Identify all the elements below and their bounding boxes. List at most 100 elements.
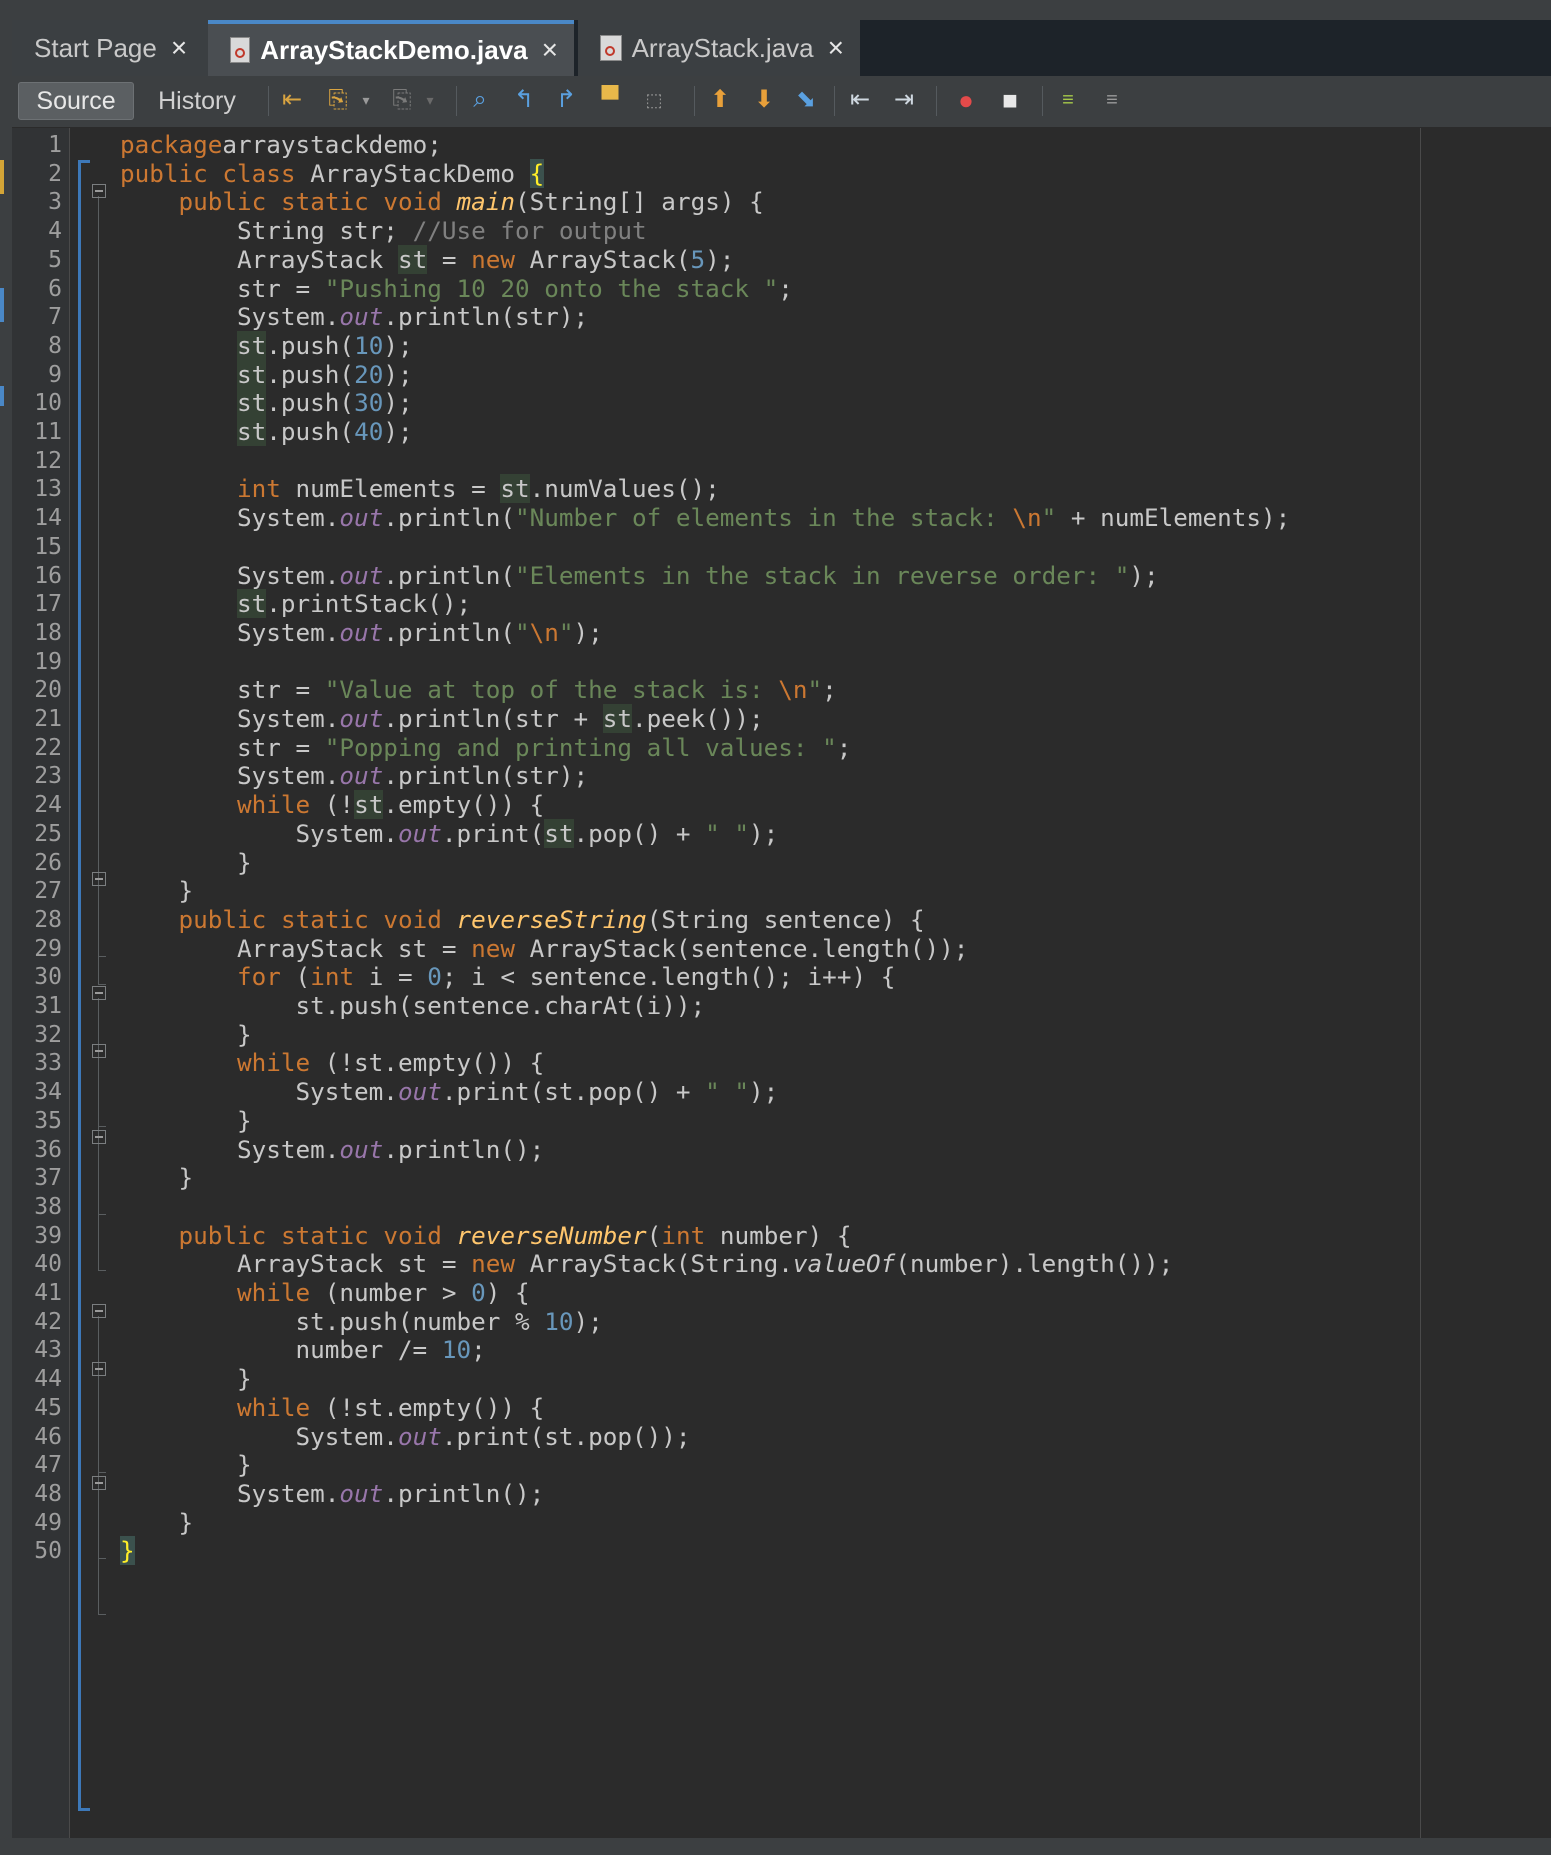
- code-token: 5: [690, 244, 706, 274]
- fold-toggle[interactable]: [92, 1476, 106, 1490]
- code-token: out: [339, 302, 384, 332]
- toggle-highlight-icon[interactable]: ⬚: [640, 86, 668, 114]
- code-token: static: [280, 904, 369, 934]
- code-token: ArrayStack st =: [120, 1249, 472, 1279]
- editor-toolbar: Source History ⇤ ⎘ ▾ ⎘ ▾ ⌕ ↰ ↱ ▀ ⬚ ⬆ ⬇ ⬊…: [12, 76, 1551, 128]
- tab-arraystack-java[interactable]: ArrayStack.java ×: [578, 20, 860, 76]
- tab-arraystackdemo-java[interactable]: ArrayStackDemo.java ×: [208, 20, 574, 76]
- start-macro-icon[interactable]: ●: [952, 86, 980, 114]
- code-token: while: [237, 1048, 311, 1078]
- close-icon[interactable]: ×: [828, 32, 844, 64]
- history-button[interactable]: History: [142, 82, 252, 120]
- code-token: .println(: [383, 503, 515, 533]
- code-token: .empty()) {: [383, 790, 545, 820]
- toggle-bookmark-icon[interactable]: ⬊: [792, 86, 820, 114]
- next-bookmark-icon[interactable]: ⬇: [750, 86, 778, 114]
- last-edit-icon[interactable]: ⇤: [278, 86, 306, 114]
- code-token: public: [178, 1220, 267, 1250]
- code-token: (: [280, 962, 311, 992]
- code-token: .numValues();: [529, 474, 720, 504]
- close-icon[interactable]: ×: [171, 32, 187, 64]
- shift-left-icon[interactable]: ⇤: [846, 86, 874, 114]
- source-button[interactable]: Source: [18, 82, 134, 120]
- code-token: out: [339, 761, 384, 791]
- find-selection-icon[interactable]: ▀: [596, 86, 624, 114]
- code-line[interactable]: st.push(40);: [120, 415, 413, 449]
- toolbar-separator: [1042, 86, 1043, 116]
- stop-macro-icon[interactable]: ■: [996, 86, 1024, 114]
- tab-start-page[interactable]: Start Page ×: [12, 20, 208, 76]
- code-token: ;: [822, 675, 837, 705]
- chevron-down-icon[interactable]: ▾: [352, 86, 380, 114]
- fold-toggle[interactable]: [92, 1044, 106, 1058]
- chevron-down-icon[interactable]: ▾: [416, 86, 444, 114]
- find-icon[interactable]: ⌕: [466, 86, 494, 114]
- code-token: .print(st.pop());: [441, 1421, 691, 1451]
- fold-toggle[interactable]: [92, 1304, 106, 1318]
- code-token: out: [339, 617, 384, 647]
- change-markers-strip: [0, 128, 8, 1838]
- find-previous-icon[interactable]: ↰: [510, 86, 538, 114]
- code-token: System.: [120, 617, 340, 647]
- code-token: void: [383, 1220, 442, 1250]
- find-next-icon[interactable]: ↱: [552, 86, 580, 114]
- code-token: ArrayStack(: [514, 244, 691, 274]
- tab-label: Start Page: [34, 32, 157, 63]
- code-token: valueOf: [792, 1249, 896, 1279]
- code-editor[interactable]: 1 2 3 4 5 6 7 8 9 10 11 12 13 14 15 16 17 18 19 20 21 22 23 24 2…: [12, 128, 1551, 1838]
- code-token: (!st.empty()) {: [310, 1392, 545, 1422]
- comment-icon[interactable]: ≡: [1054, 86, 1082, 114]
- fold-toggle[interactable]: [92, 872, 106, 886]
- toolbar-separator: [456, 86, 457, 116]
- code-line[interactable]: System.out.println("\n");: [120, 616, 603, 650]
- code-token: new: [471, 1249, 515, 1279]
- uncomment-icon[interactable]: ≡: [1098, 86, 1126, 114]
- code-token: out: [397, 1077, 442, 1107]
- code-token: ": [514, 617, 530, 647]
- code-token: System.: [120, 302, 340, 332]
- code-token: ;: [836, 732, 852, 762]
- code-token: System.: [120, 1421, 398, 1451]
- code-token: int: [310, 962, 355, 992]
- code-token: .println();: [383, 1134, 545, 1164]
- fold-toggle[interactable]: [92, 986, 106, 1000]
- toolbar-separator: [268, 86, 269, 116]
- fold-toggle[interactable]: [92, 184, 106, 198]
- code-line[interactable]: }: [120, 1161, 194, 1195]
- previous-bookmark-icon[interactable]: ⬆: [706, 86, 734, 114]
- code-token: }: [120, 1364, 252, 1394]
- editor-tab-bar: Start Page × ArrayStackDemo.java × Array…: [0, 0, 1551, 76]
- code-token: st: [397, 244, 428, 274]
- code-token: }: [120, 1019, 252, 1049]
- code-token: (number >: [310, 1278, 472, 1307]
- code-line[interactable]: }: [120, 1534, 135, 1568]
- code-token: }: [120, 1536, 135, 1566]
- shift-right-icon[interactable]: ⇥: [890, 86, 918, 114]
- back-icon[interactable]: ⎘: [324, 86, 352, 114]
- code-token: number) {: [705, 1220, 852, 1250]
- code-token: st: [237, 330, 267, 360]
- forward-icon[interactable]: ⎘: [388, 86, 416, 114]
- code-token: "Number of elements in the stack:: [514, 503, 1013, 533]
- close-icon[interactable]: ×: [542, 34, 558, 66]
- code-token: \n: [778, 675, 808, 705]
- code-line[interactable]: System.out.println("Number of elements i…: [120, 501, 1290, 535]
- code-token: System.: [120, 761, 340, 791]
- code-token: "Pushing 10 20 onto the stack ": [324, 273, 779, 303]
- right-margin-guide: [1420, 128, 1421, 1838]
- code-token: System.: [120, 704, 340, 733]
- code-token: System.: [120, 818, 398, 848]
- code-token: (: [646, 1220, 662, 1250]
- fold-toggle[interactable]: [92, 1362, 106, 1376]
- fold-toggle[interactable]: [92, 1130, 106, 1144]
- code-area[interactable]: packagearraystackdemo; public class Array…: [120, 128, 1551, 1838]
- toolbar-separator: [936, 86, 937, 116]
